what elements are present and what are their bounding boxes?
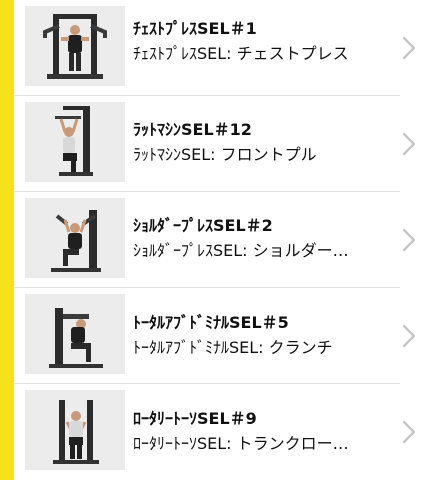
item-text: ﾄｰﾀﾙｱﾌﾞﾄﾞﾐﾅﾙSEL＃5 ﾄｰﾀﾙｱﾌﾞﾄﾞﾐﾅﾙSEL: クランチ: [133, 312, 395, 359]
item-title: ﾁｪｽﾄﾌﾟﾚｽSEL＃1: [133, 19, 257, 38]
list-item-chest-press[interactable]: ﾁｪｽﾄﾌﾟﾚｽSEL＃1 ﾁｪｽﾄﾌﾟﾚｽSEL: チェストプレス: [0, 0, 440, 96]
item-subtitle: ｼｮﾙﾀﾞｰﾌﾟﾚｽSEL: ショルダー…: [133, 241, 349, 260]
machine-thumbnail: [25, 294, 125, 374]
list-item-total-abdominal[interactable]: ﾄｰﾀﾙｱﾌﾞﾄﾞﾐﾅﾙSEL＃5 ﾄｰﾀﾙｱﾌﾞﾄﾞﾐﾅﾙSEL: クランチ: [0, 288, 440, 384]
item-subtitle: ﾛｰﾀﾘｰﾄｰｿSEL: トランクロー…: [133, 434, 349, 453]
list-item-rotary-torso[interactable]: ﾛｰﾀﾘｰﾄｰｿSEL＃9 ﾛｰﾀﾘｰﾄｰｿSEL: トランクロー…: [0, 384, 440, 480]
machine-thumbnail: [25, 198, 125, 278]
item-title: ｼｮﾙﾀﾞｰﾌﾟﾚｽSEL＃2: [133, 216, 273, 235]
item-subtitle: ﾁｪｽﾄﾌﾟﾚｽSEL: チェストプレス: [133, 44, 349, 63]
item-title: ﾄｰﾀﾙｱﾌﾞﾄﾞﾐﾅﾙSEL＃5: [133, 313, 289, 332]
chevron-right-icon: [402, 132, 416, 156]
list-item-shoulder-press[interactable]: ｼｮﾙﾀﾞｰﾌﾟﾚｽSEL＃2 ｼｮﾙﾀﾞｰﾌﾟﾚｽSEL: ショルダー…: [0, 192, 440, 288]
item-text: ｼｮﾙﾀﾞｰﾌﾟﾚｽSEL＃2 ｼｮﾙﾀﾞｰﾌﾟﾚｽSEL: ショルダー…: [133, 215, 395, 262]
machine-thumbnail: [25, 390, 125, 470]
chevron-right-icon: [402, 324, 416, 348]
item-title: ﾛｰﾀﾘｰﾄｰｿSEL＃9: [133, 409, 257, 428]
item-text: ﾛｰﾀﾘｰﾄｰｿSEL＃9 ﾛｰﾀﾘｰﾄｰｿSEL: トランクロー…: [133, 408, 395, 455]
machine-list-screen: ﾁｪｽﾄﾌﾟﾚｽSEL＃1 ﾁｪｽﾄﾌﾟﾚｽSEL: チェストプレス ﾗｯﾄﾏｼ…: [0, 0, 440, 480]
item-title: ﾗｯﾄﾏｼﾝSEL＃12: [133, 120, 252, 139]
machine-list: ﾁｪｽﾄﾌﾟﾚｽSEL＃1 ﾁｪｽﾄﾌﾟﾚｽSEL: チェストプレス ﾗｯﾄﾏｼ…: [0, 0, 440, 480]
item-text: ﾗｯﾄﾏｼﾝSEL＃12 ﾗｯﾄﾏｼﾝSEL: フロントプル: [133, 119, 395, 166]
item-text: ﾁｪｽﾄﾌﾟﾚｽSEL＃1 ﾁｪｽﾄﾌﾟﾚｽSEL: チェストプレス: [133, 18, 395, 65]
chevron-right-icon: [402, 228, 416, 252]
list-item-lat-machine[interactable]: ﾗｯﾄﾏｼﾝSEL＃12 ﾗｯﾄﾏｼﾝSEL: フロントプル: [0, 96, 440, 192]
item-subtitle: ﾗｯﾄﾏｼﾝSEL: フロントプル: [133, 145, 317, 164]
chevron-right-icon: [402, 420, 416, 444]
machine-thumbnail: [25, 102, 125, 182]
item-subtitle: ﾄｰﾀﾙｱﾌﾞﾄﾞﾐﾅﾙSEL: クランチ: [133, 338, 333, 357]
chevron-right-icon: [402, 36, 416, 60]
machine-thumbnail: [25, 6, 125, 86]
